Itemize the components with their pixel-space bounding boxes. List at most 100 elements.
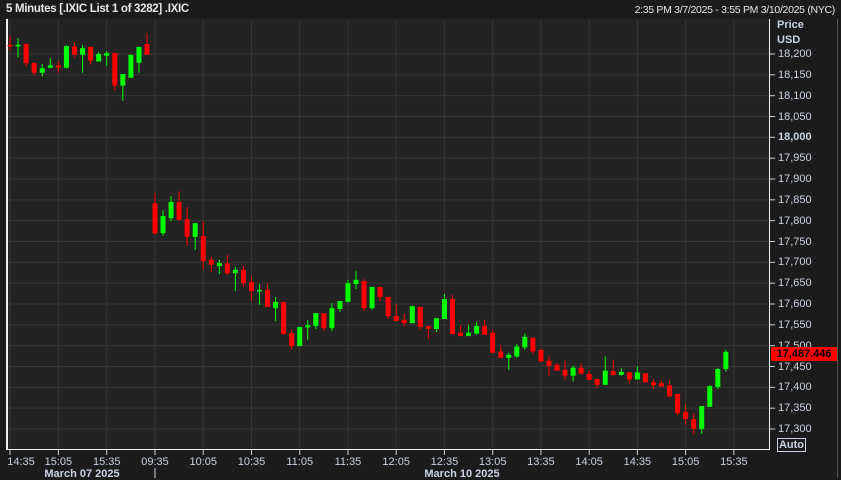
time-tick-label: 10:05 xyxy=(189,456,217,468)
candle-up xyxy=(96,51,102,62)
candle-body xyxy=(168,201,174,219)
candle-body xyxy=(321,313,327,329)
time-tick-label: 12:05 xyxy=(382,456,410,468)
candle-body xyxy=(667,385,673,397)
candle-up xyxy=(63,45,69,69)
candle-body xyxy=(570,367,576,376)
time-tick-label: 13:35 xyxy=(527,456,555,468)
candle-body xyxy=(634,372,640,380)
candle-body xyxy=(192,223,198,237)
last-price-tag: 17,487.446 xyxy=(771,347,837,361)
candle-down xyxy=(458,325,464,337)
candle-down xyxy=(176,191,182,221)
price-tick-label: 18,150 xyxy=(778,68,812,81)
candle-body xyxy=(594,379,600,385)
price-tick-label: 18,000 xyxy=(778,131,812,144)
candle-body xyxy=(458,332,464,337)
candle-body xyxy=(675,394,681,414)
candle-down xyxy=(112,52,118,91)
candle-body xyxy=(47,65,53,68)
candle-up xyxy=(723,349,729,372)
candle-down xyxy=(248,276,254,302)
price-tick-label: 17,650 xyxy=(778,277,812,290)
candle-down xyxy=(393,304,399,322)
candle-body xyxy=(200,236,206,262)
candle-body xyxy=(385,296,391,317)
candle-up xyxy=(305,320,311,340)
axis-ticks xyxy=(9,53,775,478)
candle-down xyxy=(401,314,407,327)
candles xyxy=(7,33,729,435)
candle-body xyxy=(650,382,656,386)
candle-body xyxy=(144,43,150,55)
candle-up xyxy=(474,321,480,335)
candle-up xyxy=(337,301,343,312)
time-tick-label: 11:05 xyxy=(286,456,314,468)
time-tick-label: 09:35 xyxy=(141,456,169,468)
candle-body xyxy=(31,63,37,73)
candle-up xyxy=(409,306,415,324)
candle-up xyxy=(128,54,134,78)
candle-down xyxy=(610,359,616,376)
price-tick-label: 17,850 xyxy=(778,193,812,206)
candle-up xyxy=(506,352,512,370)
candle-up xyxy=(634,366,640,380)
price-tick-label: 17,600 xyxy=(778,298,812,310)
time-tick-label: 15:05 xyxy=(671,456,700,468)
candle-body xyxy=(305,325,311,328)
candle-down xyxy=(289,329,295,350)
candle-body xyxy=(7,44,13,47)
candle-body xyxy=(659,383,665,387)
candle-body xyxy=(466,332,472,337)
candle-up xyxy=(80,44,86,73)
candle-body xyxy=(482,326,488,335)
candle-body xyxy=(441,299,447,320)
candle-up xyxy=(441,294,447,320)
candle-body xyxy=(554,364,560,371)
candle-body xyxy=(522,336,528,348)
candle-down xyxy=(530,337,536,354)
candle-up xyxy=(699,406,705,435)
candle-body xyxy=(449,299,455,335)
candle-down xyxy=(385,296,391,320)
candle-up xyxy=(369,286,375,310)
candle-body xyxy=(618,371,624,375)
candle-down xyxy=(240,266,246,287)
candle-body xyxy=(112,53,118,86)
candle-body xyxy=(707,386,713,407)
candle-body xyxy=(136,46,142,63)
candle-down xyxy=(361,279,367,312)
candle-up xyxy=(715,368,721,390)
price-tick-label: 17,900 xyxy=(778,173,812,185)
candle-body xyxy=(289,333,295,347)
candle-down xyxy=(88,46,94,65)
candle-up xyxy=(120,74,126,101)
date-label: March 10 2025 xyxy=(424,468,500,480)
candle-down xyxy=(586,370,592,380)
candle-body xyxy=(610,371,616,375)
candle-body xyxy=(578,367,584,374)
candle-body xyxy=(176,201,182,220)
auto-scale-button[interactable]: Auto xyxy=(777,438,806,452)
candle-down xyxy=(208,256,214,272)
candle-body xyxy=(224,263,230,274)
candle-body xyxy=(257,289,263,292)
candle-down xyxy=(71,42,77,58)
candle-body xyxy=(715,369,721,387)
candle-body xyxy=(216,263,222,267)
candlestick-chart[interactable] xyxy=(0,0,841,478)
candle-body xyxy=(602,370,608,385)
candle-down xyxy=(554,363,560,371)
candle-body xyxy=(530,337,536,352)
candle-body xyxy=(514,346,520,357)
time-tick-label: 15:05 xyxy=(44,456,73,468)
candle-down xyxy=(281,301,287,335)
candle-body xyxy=(409,306,415,324)
price-tick-label: 18,100 xyxy=(778,89,812,102)
candle-body xyxy=(104,53,110,56)
time-tick-label: 14:35 xyxy=(7,456,35,468)
candle-down xyxy=(594,379,600,389)
candle-body xyxy=(23,43,29,64)
candle-body xyxy=(723,351,729,370)
candle-body xyxy=(160,216,166,234)
